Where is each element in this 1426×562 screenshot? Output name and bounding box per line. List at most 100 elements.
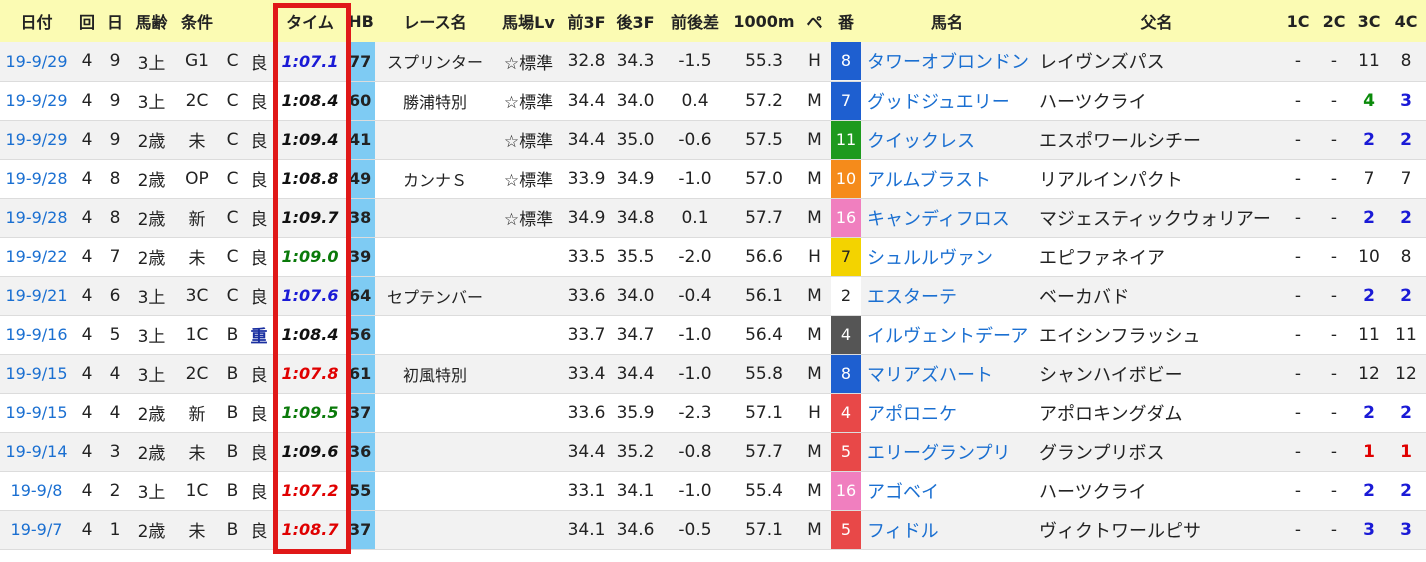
race-results-table: 日付回日馬齢 条件 タイム HB レース名 馬場Lv 前3F 後3F 前後差 1000m ペ番馬名父…	[0, 0, 1426, 550]
cell-time: 1:08.4	[281, 91, 339, 110]
cell-number: 8	[831, 354, 861, 393]
cell-horse-name[interactable]: グッドジュエリー	[861, 81, 1033, 120]
cell-date[interactable]: 19-9/29	[0, 120, 73, 159]
gate-number-badge: 7	[831, 81, 861, 120]
cell-race-name	[375, 432, 495, 471]
cell-1000m: 55.4	[745, 480, 783, 501]
cell-corner-2: -	[1330, 363, 1338, 384]
cell-nichi: 4	[109, 402, 121, 423]
cell-horse-name[interactable]: クイックレス	[861, 120, 1033, 159]
cell-date[interactable]: 19-9/22	[0, 237, 73, 276]
cell-pace: M	[807, 324, 822, 345]
cell-1000m: 56.6	[745, 246, 783, 267]
table-row: 19-9/15 4 4 3上 2C B 良 1:07.8 61 初風特別 33.4 34.4 -1.0 5…	[0, 354, 1426, 393]
gate-number-badge: 16	[831, 198, 861, 237]
cell-track-level	[495, 471, 562, 510]
cell-date[interactable]: 19-9/14	[0, 432, 73, 471]
cell-corner-2: -	[1330, 402, 1338, 423]
cell-ground: 良	[250, 210, 268, 230]
cell-date[interactable]: 19-9/7	[0, 510, 73, 549]
cell-ground: 良	[250, 171, 268, 191]
table-row: 19-9/29 4 9 3上 2C C 良 1:08.4 60 勝浦特別 ☆標準 34.4 34.0 0.…	[0, 81, 1426, 120]
cell-ground: 良	[250, 405, 268, 425]
header-date[interactable]: 日付	[0, 0, 73, 42]
cell-nichi: 4	[109, 363, 121, 384]
cell-corner-3: 11	[1358, 51, 1380, 72]
cell-course: C	[226, 168, 239, 189]
cell-horse-name[interactable]: アルムブラスト	[861, 159, 1033, 198]
cell-date[interactable]: 19-9/28	[0, 159, 73, 198]
cell-sire: マジェスティックウォリアー	[1039, 208, 1271, 230]
cell-pace: M	[807, 129, 822, 150]
cell-date[interactable]: 19-9/15	[0, 393, 73, 432]
cell-horse-name[interactable]: マリアズハート	[861, 354, 1033, 393]
cell-kai: 4	[81, 129, 93, 150]
cell-horse-name[interactable]: フィドル	[861, 510, 1033, 549]
cell-corner-3: 3	[1363, 519, 1375, 540]
cell-corner-4: 1	[1400, 441, 1412, 462]
cell-class: 2C	[185, 90, 209, 111]
cell-corner-3: 2	[1363, 129, 1375, 150]
cell-date[interactable]: 19-9/29	[0, 81, 73, 120]
cell-horse-name[interactable]: タワーオブロンドン	[861, 42, 1033, 81]
cell-time: 1:08.4	[281, 325, 339, 344]
cell-horse-name[interactable]: エスターテ	[861, 276, 1033, 315]
header-diff: 前後差	[670, 13, 719, 32]
cell-age: 2歳	[137, 249, 166, 269]
cell-first-3f: 34.1	[567, 519, 606, 540]
cell-race-name: 勝浦特別	[402, 92, 467, 112]
cell-age: 2歳	[137, 522, 166, 542]
cell-track-level	[495, 393, 562, 432]
cell-pace: M	[807, 519, 822, 540]
cell-race-name: 初風特別	[402, 365, 467, 385]
cell-date[interactable]: 19-9/29	[0, 42, 73, 81]
cell-horse-name[interactable]: アポロニケ	[861, 393, 1033, 432]
cell-hb: 37	[347, 393, 375, 432]
cell-diff: 0.1	[681, 207, 709, 228]
cell-hb: 55	[347, 471, 375, 510]
cell-track-level	[495, 276, 562, 315]
cell-corner-1: -	[1294, 168, 1302, 189]
cell-class: 2C	[185, 363, 209, 384]
cell-ground: 良	[250, 93, 268, 113]
cell-horse-name[interactable]: アゴベイ	[861, 471, 1033, 510]
cell-corner-4: 2	[1400, 207, 1412, 228]
cell-corner-2: -	[1330, 129, 1338, 150]
cell-number: 4	[831, 393, 861, 432]
cell-number: 8	[831, 42, 861, 81]
cell-horse-name[interactable]: イルヴェントデーア	[861, 315, 1033, 354]
header-pace: ペ	[806, 13, 823, 32]
cell-corner-4: 2	[1400, 285, 1412, 306]
header-kai: 回	[78, 13, 95, 32]
cell-date[interactable]: 19-9/21	[0, 276, 73, 315]
cell-first-3f: 34.4	[567, 90, 606, 111]
cell-horse-name[interactable]: エリーグランプリ	[861, 432, 1033, 471]
header-first-3f: 前3F	[567, 13, 606, 32]
cell-corner-2: -	[1330, 90, 1338, 111]
cell-last-3f: 34.9	[616, 168, 655, 189]
cell-horse-name[interactable]: キャンディフロス	[861, 198, 1033, 237]
cell-last-3f: 34.0	[616, 90, 655, 111]
header-ground	[245, 0, 273, 42]
cell-corner-4: 11	[1395, 324, 1417, 345]
cell-track-level	[495, 315, 562, 354]
cell-diff: -0.5	[678, 519, 712, 540]
cell-date[interactable]: 19-9/16	[0, 315, 73, 354]
cell-last-3f: 35.5	[616, 246, 655, 267]
cell-kai: 4	[81, 402, 93, 423]
cell-date[interactable]: 19-9/15	[0, 354, 73, 393]
cell-kai: 4	[81, 90, 93, 111]
header-class: 条件	[180, 13, 213, 32]
cell-date[interactable]: 19-9/28	[0, 198, 73, 237]
table-row: 19-9/16 4 5 3上 1C B 重 1:08.4 56 33.7 34.7 -1.0 56.4 M…	[0, 315, 1426, 354]
cell-kai: 4	[81, 246, 93, 267]
cell-age: 2歳	[137, 210, 166, 230]
table-row: 19-9/29 4 9 2歳 未 C 良 1:09.4 41 ☆標準 34.4 35.0 -0.6 57.…	[0, 120, 1426, 159]
cell-time: 1:07.1	[281, 51, 339, 71]
cell-first-3f: 33.1	[567, 480, 606, 501]
cell-age: 3上	[137, 327, 166, 347]
cell-date[interactable]: 19-9/8	[0, 471, 73, 510]
cell-corner-4: 12	[1395, 363, 1417, 384]
header-time[interactable]: タイム	[273, 0, 347, 42]
cell-horse-name[interactable]: シュルルヴァン	[861, 237, 1033, 276]
